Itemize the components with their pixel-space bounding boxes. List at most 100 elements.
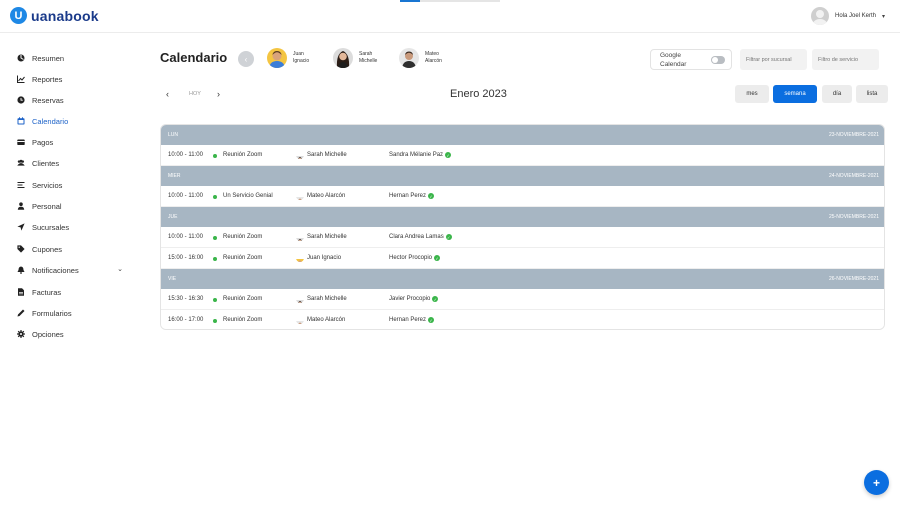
staff-filter-juan-ignacio[interactable]: Juan Ignacio [267,48,319,68]
sidebar-item-reportes[interactable]: Reportes [17,71,127,87]
staff-avatar [296,316,304,324]
branch-filter-input[interactable] [740,49,807,70]
sidebar-item-clientes[interactable]: Clientes [17,155,127,171]
sidebar-item-label: Personal [32,201,62,211]
document-icon [17,288,25,296]
users-icon [17,159,25,167]
agenda-list: LUN 23-NOVIEMBRE-2021 10:00 - 11:00 Reun… [160,124,885,330]
location-arrow-icon [17,223,25,231]
top-bar: U uanabook Hola Joel Kerth ▾ [0,0,900,33]
sidebar-item-label: Facturas [32,287,62,297]
table-row[interactable]: 15:30 - 16:30 Reunión Zoom Sarah Michell… [161,289,884,310]
table-row[interactable]: 10:00 - 11:00 Un Servicio Genial Mateo A… [161,186,884,207]
day-header: MIER 24-NOVIEMBRE-2021 [161,166,884,186]
view-day-button[interactable]: día [822,85,852,103]
client-name: Sandra Mélanie Paz [389,152,444,158]
event-service: Reunión Zoom [223,296,263,302]
day-header: VIE 26-NOVIEMBRE-2021 [161,269,884,289]
staff-avatar [333,48,353,68]
staff-avatar [296,254,304,262]
table-row[interactable]: 10:00 - 11:00 Reunión Zoom Sarah Michell… [161,227,884,248]
user-menu[interactable]: Hola Joel Kerth ▾ [811,7,885,25]
sidebar-item-opciones[interactable]: Opciones [17,326,127,342]
sidebar-item-cupones[interactable]: Cupones [17,241,127,257]
dashboard-icon [17,54,25,62]
event-client: Sandra Mélanie Paz ✓ [389,152,452,158]
event-service: Reunión Zoom [223,317,263,323]
calendar-icon [17,117,25,125]
sidebar-item-servicios[interactable]: Servicios [17,177,127,193]
check-circle-icon: ✓ [434,255,441,261]
sidebar-item-label: Sucursales [32,222,70,232]
gear-icon [17,330,25,338]
status-dot [213,195,217,199]
day-name: VIE [168,276,177,282]
brand-logo[interactable]: U uanabook [10,7,99,24]
sidebar-item-reservas[interactable]: Reservas [17,92,127,108]
chevron-down-icon[interactable]: ⌄ [117,265,123,273]
day-date: 23-NOVIEMBRE-2021 [828,132,879,138]
sidebar-item-personal[interactable]: Personal [17,198,127,214]
pen-icon [17,309,25,317]
check-circle-icon: ✓ [445,152,452,158]
staff-avatar [296,151,304,159]
bell-icon [17,266,25,274]
sidebar-item-formularios[interactable]: Formularios [17,305,127,321]
event-staff: Sarah Michelle [307,234,347,240]
today-button[interactable]: HOY [189,91,201,97]
event-service: Un Servicio Genial [223,193,273,199]
table-row[interactable]: 15:00 - 16:00 Reunión Zoom Juan Ignacio … [161,248,884,269]
clock-icon [17,96,25,104]
chevron-right-icon[interactable]: › [217,89,220,99]
sidebar-item-label: Resumen [32,53,65,63]
event-staff: Sarah Michelle [307,296,347,302]
staff-filter-mateo-alarcon[interactable]: Mateo Alarcón [399,48,451,68]
staff-name: Sarah Michelle [359,51,378,64]
table-row[interactable]: 16:00 - 17:00 Reunión Zoom Mateo Alarcón… [161,310,884,329]
day-date: 24-NOVIEMBRE-2021 [828,173,879,179]
event-service: Reunión Zoom [223,152,263,158]
event-client: Hector Procopio ✓ [389,255,441,261]
staff-name: Mateo Alarcón [425,51,442,64]
status-dot [213,236,217,240]
event-service: Reunión Zoom [223,255,263,261]
plus-icon: + [872,475,880,490]
sidebar-item-facturas[interactable]: Facturas [17,284,127,300]
staff-avatar [399,48,419,68]
view-month-button[interactable]: mes [735,85,769,103]
day-header: JUE 25-NOVIEMBRE-2021 [161,207,884,227]
brand-name: uanabook [31,7,99,24]
google-calendar-toggle[interactable]: Google Calendar [650,49,732,70]
sidebar-item-label: Clientes [32,158,60,168]
page-title: Calendario [160,50,228,65]
add-event-button[interactable]: + [864,470,889,495]
event-time: 15:30 - 16:30 [168,296,204,302]
user-greeting: Hola Joel Kerth [835,13,877,19]
event-staff: Mateo Alarcón [307,193,346,199]
tag-icon [17,245,25,253]
view-week-button[interactable]: semana [773,85,817,103]
toggle-switch[interactable] [711,55,725,64]
event-service: Reunión Zoom [223,234,263,240]
sidebar-item-calendario[interactable]: Calendario [17,113,127,129]
check-circle-icon: ✓ [432,296,439,302]
event-time: 10:00 - 11:00 [168,193,203,199]
google-calendar-label: Google Calendar [660,51,687,68]
event-client: Clara Andrea Lamas ✓ [389,234,452,240]
sidebar-item-notificaciones[interactable]: Notificaciones ⌄ [17,262,127,278]
status-dot [213,319,217,323]
chevron-left-icon[interactable]: ‹ [166,89,169,99]
sidebar-item-sucursales[interactable]: Sucursales [17,219,127,235]
sidebar-item-label: Reservas [32,95,64,105]
sidebar-item-resumen[interactable]: Resumen [17,50,127,66]
sidebar-item-label: Calendario [32,116,69,126]
sidebar-item-label: Notificaciones [32,265,79,275]
view-list-button[interactable]: lista [856,85,888,103]
status-dot [213,257,217,261]
staff-filter-sarah-michelle[interactable]: Sarah Michelle [333,48,385,68]
service-filter-input[interactable] [812,49,879,70]
sidebar-item-label: Servicios [32,180,63,190]
sidebar-item-pagos[interactable]: Pagos [17,134,127,150]
staff-prev-button[interactable]: ‹ [238,51,254,67]
table-row[interactable]: 10:00 - 11:00 Reunión Zoom Sarah Michell… [161,145,884,166]
